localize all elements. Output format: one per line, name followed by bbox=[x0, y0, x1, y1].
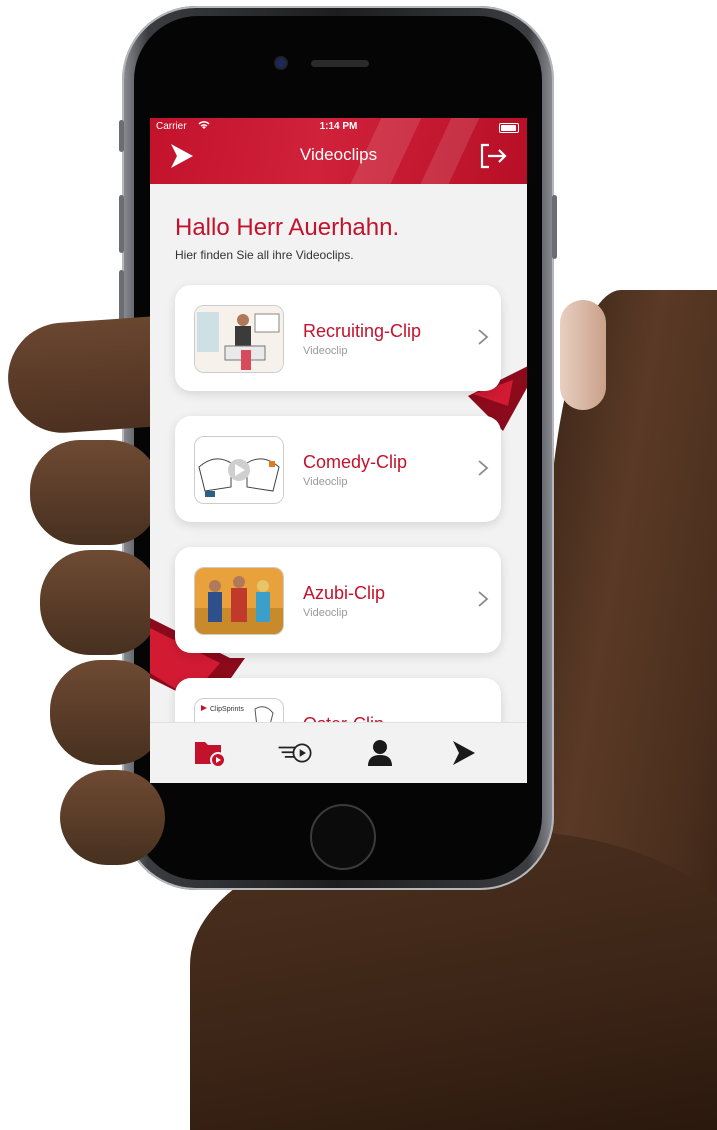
home-button[interactable] bbox=[310, 804, 376, 870]
tab-bar bbox=[150, 722, 527, 783]
thumb-nail bbox=[560, 300, 606, 410]
status-bar: Carrier 1:14 PM bbox=[150, 120, 527, 134]
tab-videoclips[interactable] bbox=[192, 735, 228, 771]
logout-button[interactable] bbox=[479, 142, 509, 170]
chevron-right-icon bbox=[478, 591, 489, 607]
clip-title: Azubi-Clip bbox=[303, 583, 386, 603]
volume-up-button bbox=[119, 195, 124, 253]
tab-profile[interactable] bbox=[362, 735, 398, 771]
clip-thumbnail bbox=[194, 305, 284, 373]
greeting-title: Hallo Herr Auerhahn. bbox=[175, 214, 400, 241]
nav-title: Videoclips bbox=[299, 145, 378, 164]
hand-finger-index bbox=[30, 440, 160, 545]
hand-finger-ring bbox=[50, 660, 165, 765]
status-time: 1:14 PM bbox=[319, 121, 358, 132]
nav-header: Carrier 1:14 PM Videoclips bbox=[150, 118, 527, 184]
logout-icon bbox=[480, 143, 507, 169]
play-list-icon bbox=[278, 743, 312, 763]
hand-finger-pinky bbox=[60, 770, 165, 865]
clip-title: Comedy-Clip bbox=[303, 452, 408, 472]
front-camera bbox=[276, 58, 286, 68]
earpiece-speaker bbox=[311, 60, 369, 67]
clip-card[interactable]: Comedy-Clip Videoclip bbox=[175, 416, 501, 522]
app-screen: Carrier 1:14 PM Videoclips Hallo Herr Au… bbox=[150, 118, 527, 783]
clip-thumbnail bbox=[194, 567, 284, 635]
tab-playlist[interactable] bbox=[277, 735, 313, 771]
person-icon bbox=[368, 740, 392, 766]
mute-switch bbox=[119, 120, 124, 152]
clip-card[interactable]: Azubi-Clip Videoclip bbox=[175, 547, 501, 653]
battery-icon bbox=[499, 123, 519, 133]
clip-type: Videoclip bbox=[303, 476, 348, 488]
tab-brand[interactable] bbox=[445, 735, 481, 771]
chevron-right-icon bbox=[478, 329, 489, 345]
clip-title: Recruiting-Clip bbox=[303, 321, 422, 341]
hand-finger-middle bbox=[40, 550, 160, 655]
clip-type: Videoclip bbox=[303, 607, 348, 619]
clip-thumbnail bbox=[194, 436, 284, 504]
greeting-subtitle: Hier finden Sie all ihre Videoclips. bbox=[175, 248, 354, 262]
power-button bbox=[552, 195, 557, 259]
thumb-brand-label: ClipSprints bbox=[210, 706, 244, 713]
clip-card[interactable]: Recruiting-Clip Videoclip bbox=[175, 285, 501, 391]
clip-type: Videoclip bbox=[303, 345, 348, 357]
brand-play-icon bbox=[453, 741, 475, 765]
chevron-right-icon bbox=[478, 460, 489, 476]
folder-video-icon bbox=[195, 742, 226, 768]
